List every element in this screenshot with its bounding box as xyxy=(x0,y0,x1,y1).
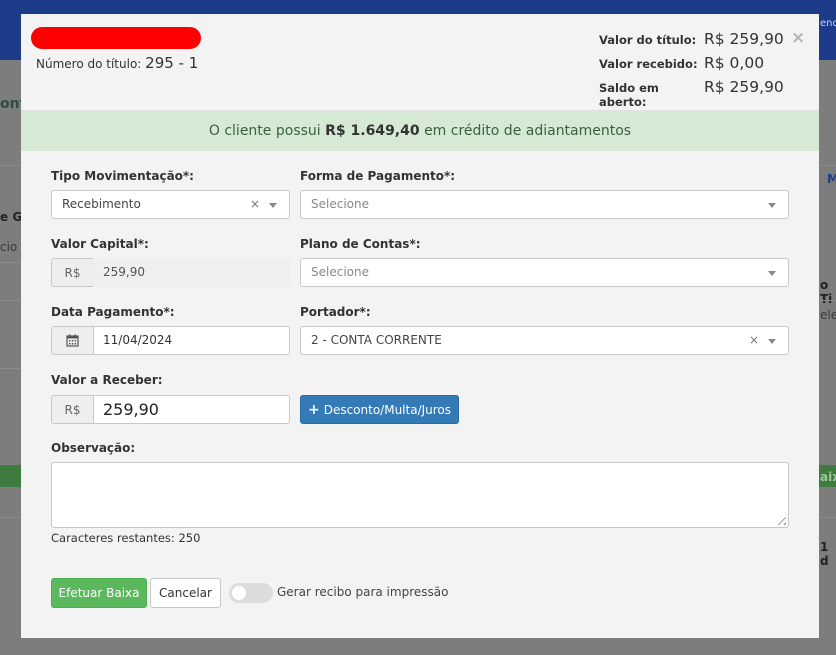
portador-label: Portador*: xyxy=(300,305,371,319)
plano-contas-label: Plano de Contas*: xyxy=(300,237,421,251)
clear-icon[interactable]: × xyxy=(749,327,759,354)
numero-titulo-value: 295 - 1 xyxy=(145,54,199,72)
valor-receber-group: R$ 259,90 xyxy=(51,395,290,424)
tipo-movimentacao-label: Tipo Movimentação*: xyxy=(51,169,194,183)
efetuar-baixa-button[interactable]: Efetuar Baixa xyxy=(51,578,147,608)
forma-pagamento-label: Forma de Pagamento*: xyxy=(300,169,456,183)
saldo-aberto-value: R$ 259,90 xyxy=(704,78,784,96)
background-text: elec xyxy=(820,308,836,322)
valor-capital-group: R$ 259,90 xyxy=(51,258,290,287)
valor-receber-input[interactable]: 259,90 xyxy=(93,395,290,424)
chevron-down-icon xyxy=(768,339,776,344)
gerar-recibo-toggle[interactable] xyxy=(229,583,273,603)
data-pagamento-label: Data Pagamento*: xyxy=(51,305,175,319)
valor-receber-label: Valor a Receber: xyxy=(51,373,163,387)
forma-pagamento-select[interactable]: Selecione xyxy=(300,190,789,219)
cancel-button[interactable]: Cancelar xyxy=(150,578,221,608)
valor-capital-label: Valor Capital*: xyxy=(51,237,149,251)
background-divider xyxy=(0,368,22,369)
resize-handle-icon[interactable] xyxy=(774,513,786,525)
baixa-modal: Número do título: 295 - 1 Valor do títul… xyxy=(21,14,819,638)
background-text: cio xyxy=(0,240,18,254)
background-green-bar xyxy=(0,465,21,487)
title-summary: Valor do título: R$ 259,90 Valor recebid… xyxy=(599,30,784,109)
gerar-recibo-label: Gerar recibo para impressão xyxy=(277,585,449,599)
desconto-multa-juros-button[interactable]: + Desconto/Multa/Juros xyxy=(300,395,459,424)
background-text: endi xyxy=(820,18,836,29)
modal-header: Número do título: 295 - 1 Valor do títul… xyxy=(21,14,819,111)
background-divider xyxy=(0,517,22,518)
background-text: e G xyxy=(0,210,23,224)
saldo-aberto-label: Saldo em aberto: xyxy=(599,81,659,109)
currency-addon: R$ xyxy=(51,395,93,424)
numero-titulo: Número do título: 295 - 1 xyxy=(36,54,198,72)
caracteres-restantes: Caracteres restantes: 250 xyxy=(51,531,201,545)
observacao-textarea[interactable] xyxy=(51,462,789,528)
plano-contas-value: Selecione xyxy=(311,265,369,279)
portador-value: 2 - CONTA CORRENTE xyxy=(311,333,442,347)
plano-contas-select[interactable]: Selecione xyxy=(300,258,789,287)
close-icon[interactable]: × xyxy=(791,28,805,48)
toggle-knob xyxy=(232,586,246,600)
credit-prefix: O cliente possui xyxy=(208,123,321,139)
tipo-movimentacao-select[interactable]: Recebimento × xyxy=(51,190,290,219)
portador-select[interactable]: 2 - CONTA CORRENTE × xyxy=(300,326,789,355)
chevron-down-icon xyxy=(768,203,776,208)
data-pagamento-group: 11/04/2024 xyxy=(51,326,290,355)
chevron-down-icon xyxy=(269,203,277,208)
credit-amount: R$ 1.649,40 xyxy=(325,123,420,139)
background-divider xyxy=(818,165,836,166)
background-text: o Ti xyxy=(820,278,833,306)
background-divider xyxy=(818,517,836,518)
credit-suffix: em crédito de adiantamentos xyxy=(424,123,632,139)
desconto-button-label: Desconto/Multa/Juros xyxy=(323,402,452,417)
background-divider xyxy=(0,300,22,301)
forma-pagamento-value: Selecione xyxy=(311,197,369,211)
background-divider xyxy=(0,262,22,263)
observacao-label: Observação: xyxy=(51,441,136,455)
plus-icon: + xyxy=(307,401,320,418)
redacted-client-name xyxy=(31,27,201,49)
chevron-down-icon xyxy=(768,271,776,276)
valor-recebido-value: R$ 0,00 xyxy=(704,54,765,72)
tipo-movimentacao-value: Recebimento xyxy=(62,197,141,211)
background-text: aixa xyxy=(820,470,836,484)
currency-addon: R$ xyxy=(51,258,93,287)
background-text: 1 d xyxy=(820,540,829,568)
calendar-icon[interactable] xyxy=(51,326,93,355)
valor-capital-input: 259,90 xyxy=(93,258,290,287)
background-divider xyxy=(818,300,836,301)
valor-titulo-label: Valor do título: xyxy=(599,33,697,47)
background-text: M xyxy=(827,172,836,186)
background-divider xyxy=(0,165,22,166)
clear-icon[interactable]: × xyxy=(250,191,260,218)
valor-recebido-label: Valor recebido: xyxy=(599,57,698,71)
data-pagamento-input[interactable]: 11/04/2024 xyxy=(93,326,290,355)
numero-titulo-label: Número do título: xyxy=(36,57,142,71)
valor-titulo-value: R$ 259,90 xyxy=(704,30,784,48)
credit-alert: O cliente possui R$ 1.649,40 em crédito … xyxy=(21,111,819,151)
